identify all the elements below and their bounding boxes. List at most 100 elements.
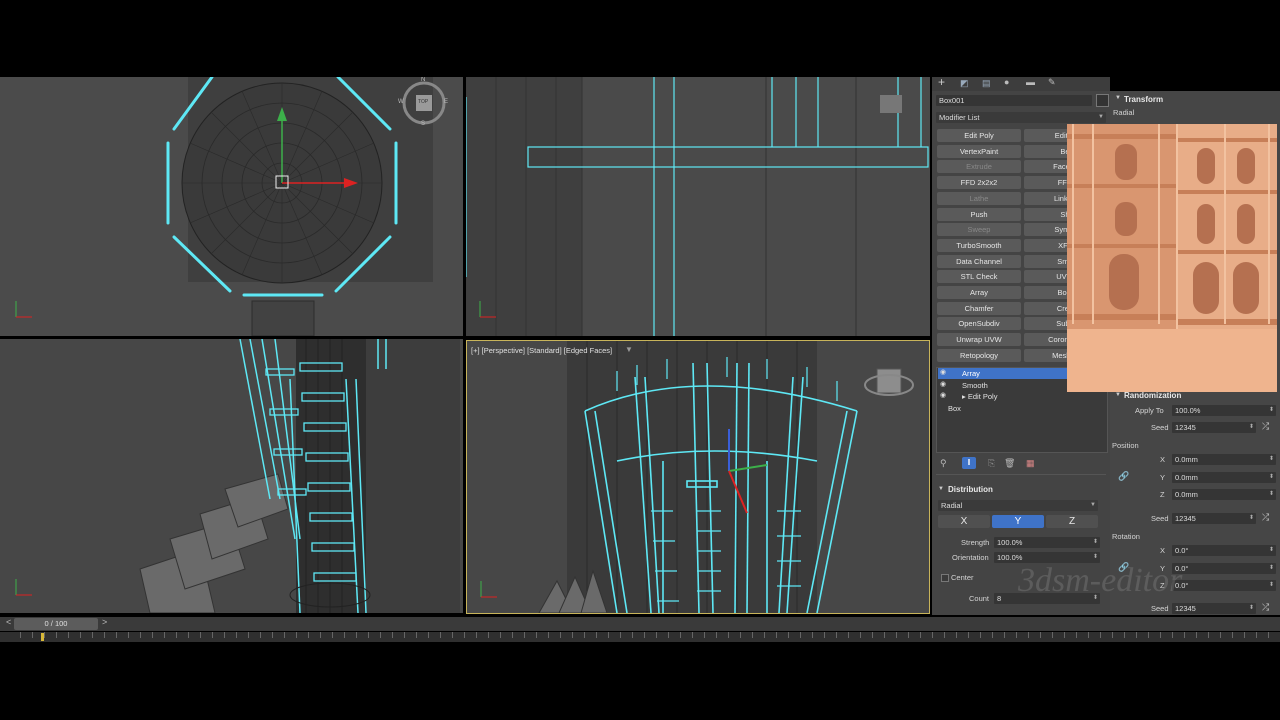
apply-to-value: 100.0%	[1175, 406, 1201, 415]
modifier-button-push[interactable]: Push	[937, 207, 1021, 221]
modifier-button-turbosmooth[interactable]: TurboSmooth	[937, 238, 1021, 252]
spinner-icon[interactable]: ⬍	[1269, 454, 1274, 465]
spinner-icon[interactable]: ⬍	[1269, 563, 1274, 574]
visibility-eye-icon[interactable]: ◉	[940, 368, 946, 376]
rotation-z-field[interactable]: 0.0° ⬍	[1172, 580, 1276, 591]
object-name-field[interactable]: Box001	[936, 95, 1092, 106]
randomization-title[interactable]: Randomization	[1124, 391, 1181, 400]
modifier-list-dropdown[interactable]: Modifier List ▼	[936, 112, 1106, 123]
apply-to-label: Apply To	[1135, 406, 1164, 415]
transform-title[interactable]: Transform	[1124, 95, 1163, 104]
apply-to-field[interactable]: 100.0% ⬍	[1172, 405, 1276, 416]
reference-render-image	[1067, 124, 1277, 392]
rollout-collapse-icon[interactable]: ▼	[938, 486, 944, 492]
visibility-eye-icon[interactable]: ◉	[940, 391, 946, 399]
create-tab-icon[interactable]: +	[938, 75, 945, 89]
modifier-button-extrude[interactable]: Extrude	[937, 160, 1021, 174]
pin-stack-icon[interactable]: ⚲	[940, 458, 947, 469]
stack-item-label: Array	[962, 369, 980, 378]
spinner-icon[interactable]: ⬍	[1093, 537, 1098, 548]
strength-field[interactable]: 100.0% ⬍	[994, 537, 1100, 548]
random-seed-icon[interactable]: ⤮	[1262, 421, 1269, 432]
rotation-y-field[interactable]: 0.0° ⬍	[1172, 562, 1276, 574]
viewport-left[interactable]	[0, 339, 463, 613]
viewport-filter-icon[interactable]: ▼	[625, 345, 633, 354]
viewport-left-scene	[0, 339, 463, 613]
object-color-swatch[interactable]	[1096, 94, 1109, 107]
hierarchy-tab-icon[interactable]: ▤	[982, 78, 991, 89]
stack-item-box[interactable]: Box	[938, 403, 1104, 414]
rollout-collapse-icon[interactable]: ▼	[1115, 95, 1121, 101]
modifier-button-sweep[interactable]: Sweep	[937, 223, 1021, 237]
spinner-icon[interactable]: ⬍	[1269, 472, 1274, 483]
spinner-icon[interactable]: ⬍	[1269, 545, 1274, 556]
stack-item-edit-poly[interactable]: ◉ ▸ Edit Poly	[938, 391, 1104, 402]
position-x-label: X	[1160, 455, 1166, 464]
axis-y-button[interactable]: Y	[992, 515, 1044, 528]
count-value: 8	[997, 594, 1002, 603]
modifier-button-array[interactable]: Array	[937, 286, 1021, 299]
reference-render-scene	[1067, 124, 1277, 392]
orientation-label: Orientation	[952, 553, 989, 562]
modifier-button-stl-check[interactable]: STL Check	[937, 270, 1021, 284]
spinner-icon[interactable]: ⬍	[1269, 405, 1274, 416]
viewcube-west: W	[398, 99, 404, 105]
modifier-button-unwrap-uvw[interactable]: Unwrap UVW	[937, 333, 1021, 347]
show-end-result-icon[interactable]: ‖	[962, 457, 976, 469]
remove-modifier-icon[interactable]: 🗑	[1004, 458, 1015, 469]
modifier-button-chamfer[interactable]: Chamfer	[937, 301, 1021, 315]
rollout-collapse-icon[interactable]: ▼	[1115, 392, 1121, 398]
position-z-label: Z	[1160, 490, 1165, 499]
position-y-field[interactable]: 0.0mm ⬍	[1172, 471, 1276, 483]
modifier-button-vertexpaint[interactable]: VertexPaint	[937, 144, 1021, 158]
modifier-button-edit-poly[interactable]: Edit Poly	[937, 129, 1021, 142]
time-slider-handle[interactable]: 0 / 100	[14, 618, 98, 630]
center-checkbox[interactable]	[941, 574, 949, 582]
random-seed-icon[interactable]: ⤮	[1262, 512, 1269, 523]
position-x-field[interactable]: 0.0mm ⬍	[1172, 454, 1276, 465]
random-seed-icon[interactable]: ⤮	[1262, 602, 1269, 613]
chevron-down-icon: ▼	[1090, 502, 1096, 508]
time-slider-bar	[0, 617, 1280, 631]
position-z-field[interactable]: 0.0mm ⬍	[1172, 489, 1276, 500]
display-tab-icon[interactable]: ▬	[1026, 77, 1035, 87]
axis-z-button[interactable]: Z	[1046, 515, 1098, 528]
spinner-icon[interactable]: ⬍	[1249, 513, 1254, 524]
viewcube-east: E	[444, 99, 449, 105]
make-unique-icon[interactable]: ⎘	[988, 458, 995, 469]
modifier-button-opensubdiv[interactable]: OpenSubdiv	[937, 317, 1021, 331]
rotation-x-label: X	[1160, 546, 1166, 555]
visibility-eye-icon[interactable]: ◉	[940, 380, 946, 388]
time-slider-prev-icon[interactable]: <	[6, 617, 11, 627]
link-icon[interactable]: 🔗	[1118, 471, 1129, 482]
spinner-icon[interactable]: ⬍	[1249, 422, 1254, 433]
time-slider-next-icon[interactable]: >	[102, 617, 107, 627]
rotation-seed-field[interactable]: 12345 ⬍	[1172, 603, 1256, 614]
position-seed-field[interactable]: 12345 ⬍	[1172, 513, 1256, 524]
modifier-button-ffd-2x2x2[interactable]: FFD 2x2x2	[937, 176, 1021, 190]
distribution-mode-dropdown[interactable]: Radial ▼	[938, 500, 1098, 511]
viewport-perspective-scene	[467, 341, 929, 613]
viewport-perspective[interactable]: [+] [Perspective] [Standard] [Edged Face…	[466, 340, 930, 614]
axis-x-button[interactable]: X	[938, 515, 990, 528]
utilities-tab-icon[interactable]: ✎	[1048, 77, 1056, 88]
viewport-front[interactable]	[466, 77, 930, 336]
motion-tab-icon[interactable]: ●	[1004, 77, 1009, 87]
stack-item-label: Box	[948, 403, 961, 413]
distribution-title[interactable]: Distribution	[948, 485, 993, 494]
modifier-button-data-channel[interactable]: Data Channel	[937, 254, 1021, 268]
modifier-button-lathe[interactable]: Lathe	[937, 191, 1021, 205]
viewport-top[interactable]: TOP N S E W	[0, 77, 463, 336]
modify-tab-icon[interactable]: ◩	[960, 78, 969, 89]
spinner-icon[interactable]: ⬍	[1269, 580, 1274, 591]
configure-sets-icon[interactable]: ▦	[1026, 458, 1035, 469]
position-label: Position	[1112, 441, 1139, 450]
rotation-x-field[interactable]: 0.0° ⬍	[1172, 545, 1276, 556]
viewport-label[interactable]: [+] [Perspective] [Standard] [Edged Face…	[471, 346, 612, 355]
spinner-icon[interactable]: ⬍	[1249, 603, 1254, 614]
modifier-list-label: Modifier List	[939, 113, 980, 122]
count-label: Count	[969, 594, 990, 603]
seed-field[interactable]: 12345 ⬍	[1172, 422, 1256, 433]
modifier-button-retopology[interactable]: Retopology	[937, 348, 1021, 362]
spinner-icon[interactable]: ⬍	[1269, 489, 1274, 500]
